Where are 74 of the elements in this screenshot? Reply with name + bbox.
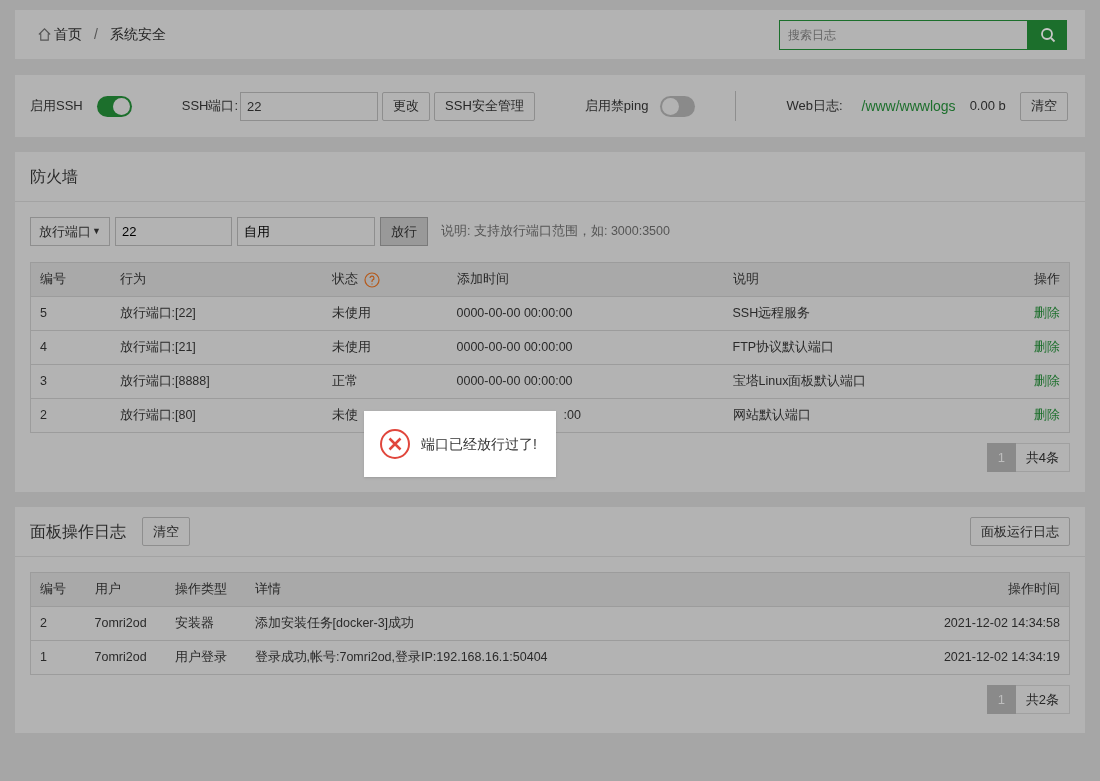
table-cell: 宝塔Linux面板默认端口	[732, 374, 867, 389]
caret-icon: ▼	[92, 224, 101, 239]
table-cell: 4	[40, 340, 47, 355]
run-log-button[interactable]: 面板运行日志	[970, 517, 1070, 546]
column-header: 操作	[1034, 271, 1060, 289]
type-select[interactable]: 放行端口▼	[30, 217, 110, 246]
total-count: 共2条	[1015, 685, 1070, 714]
table-cell: 安装器	[174, 616, 214, 631]
port-field[interactable]: 22	[115, 217, 232, 246]
toast-text: 端口已经放行过了!	[421, 434, 537, 454]
table-cell: 1	[40, 650, 47, 665]
home-icon	[37, 27, 52, 42]
column-header: 用户	[94, 582, 121, 597]
table-cell: 用户登录	[174, 650, 227, 665]
clear-button[interactable]: 清空	[1019, 91, 1068, 121]
note-field[interactable]: 自用	[237, 217, 375, 246]
table-cell: 添加安装任务[docker-3]成功	[254, 616, 415, 631]
total-count: 共4条	[1015, 443, 1070, 472]
port-label: SSH端口:	[181, 97, 239, 116]
error-icon	[379, 428, 411, 460]
ssh-manage-button[interactable]: SSH安全管理	[434, 91, 535, 121]
change-button[interactable]: 更改	[382, 91, 431, 121]
hint-text: 说明: 支持放行端口范围，如: 3000:3500	[441, 223, 670, 241]
column-header: 操作类型	[174, 582, 227, 597]
toggle-switch[interactable]	[660, 95, 696, 117]
table-cell: 2021-12-02 14:34:58	[943, 616, 1060, 631]
panel-title: 防火墙	[30, 166, 78, 187]
table-cell: SSH远程服务	[732, 306, 811, 321]
table-cell: 2021-12-02 14:34:19	[943, 650, 1060, 665]
table-cell: 放行端口:[80]	[119, 408, 196, 423]
clear-button[interactable]: 清空	[142, 517, 190, 546]
table-cell: 0000-00-00 00:00:00	[456, 374, 573, 389]
column-header: 编号	[40, 271, 66, 289]
search-icon	[1039, 26, 1056, 43]
panel-title: 面板操作日志	[30, 521, 126, 542]
table-cell: 7omri2od	[94, 650, 147, 665]
breadcrumb-separator: /	[94, 25, 98, 44]
table-cell: 未使用	[331, 306, 371, 321]
search-button[interactable]	[1028, 19, 1067, 50]
column-header: 说明	[732, 271, 759, 289]
table-cell: 正常	[331, 374, 358, 389]
table-cell: 7omri2od	[94, 616, 147, 631]
table-cell: 0000-00-00 00:00:00	[456, 340, 573, 355]
table-cell: 0000-00-00 00:00:00	[456, 306, 573, 321]
column-header: 状态	[331, 271, 358, 289]
table-cell: FTP协议默认端口	[732, 340, 835, 355]
help-icon[interactable]	[363, 271, 380, 288]
table-cell: 未使用	[331, 340, 371, 355]
allow-button[interactable]: 放行	[380, 217, 428, 246]
breadcrumb-link[interactable]: 首页	[54, 24, 82, 45]
table-cell: 2	[40, 616, 47, 631]
table-cell: 3	[40, 374, 47, 389]
column-header: 行为	[119, 271, 146, 289]
column-header: 操作时间	[1008, 582, 1060, 597]
column-header: 详情	[254, 582, 281, 597]
table-cell: 未使	[331, 408, 358, 423]
ping-label: 启用禁ping	[584, 97, 649, 116]
breadcrumb-current: 系统安全	[109, 25, 166, 44]
table-cell: 放行端口:[22]	[119, 306, 196, 321]
column-header: 添加时间	[456, 271, 509, 289]
table-cell: 放行端口:[8888]	[119, 374, 210, 389]
table-cell: :00	[563, 408, 581, 423]
port-field[interactable]: 22	[240, 91, 379, 121]
weblog-size: 0.00 b	[969, 97, 1006, 116]
table-cell: 5	[40, 306, 47, 321]
table-cell: 2	[40, 408, 47, 423]
toggle-switch[interactable]	[96, 95, 132, 117]
table-cell: 登录成功,帐号:7omri2od,登录IP:192.168.16.1:50404	[254, 650, 548, 665]
weblog-label: Web日志:	[786, 97, 843, 116]
column-header: 编号	[40, 582, 66, 597]
search-field[interactable]: 搜索日志	[779, 19, 1028, 50]
table-cell: 放行端口:[21]	[119, 340, 196, 355]
table-cell: 网站默认端口	[732, 408, 811, 423]
ssh-label: 启用SSH	[30, 97, 83, 116]
